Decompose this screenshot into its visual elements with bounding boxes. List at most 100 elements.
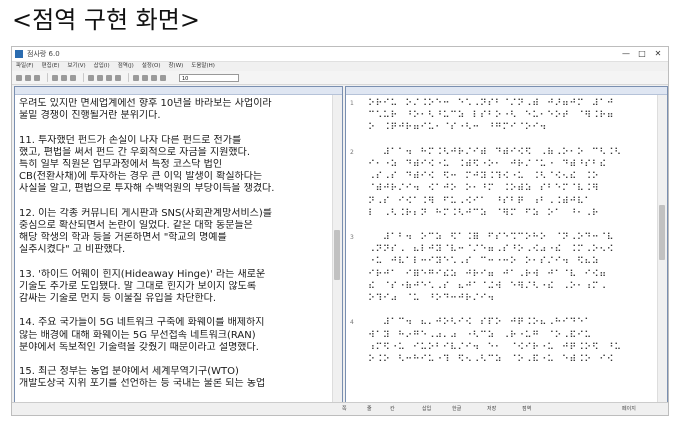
menu-settings[interactable]: 설정(O): [142, 61, 161, 71]
braille-output-pane[interactable]: 1 2 3 4 ⠕⠗⠊⠥⠀⠕⠌⠨⠕⠑⠒⠀⠑⠡⠠⠝⠎⠃⠈⠌⠝⠠⠾⠀⠚⠜⠶⠚⠍⠀⠼⠁⠚ ⠉⠡…: [345, 86, 668, 404]
paragraph-mark: 4: [350, 319, 354, 327]
braille-scroll-thumb[interactable]: [659, 205, 665, 260]
status-translate: 점역: [522, 406, 532, 412]
text-line: 기술도 추가로 도입됐다. 말 그대로 힌지가 보이지 않도록: [19, 280, 257, 292]
find-icon[interactable]: [106, 74, 112, 81]
menu-edit[interactable]: 편집(E): [42, 61, 60, 71]
source-pane-header: [15, 87, 342, 95]
paragraph-mark: [350, 159, 364, 171]
text-line: 14. 주요 국가들이 5G 네트워크 구축에 화웨이를 배제하지: [19, 317, 265, 329]
paragraph-mark: 1: [350, 100, 354, 107]
paragraph-mark: [350, 171, 364, 183]
text-line: ⠝⠠⠎⠀⠊⠪⠁⠨⠻⠀⠋⠥⠠⠪⠊⠁⠀⠘⠎⠃⠟⠀⠰⠃⠠⠨⠾⠚⠧⠁: [368, 195, 592, 207]
status-saved: 저장: [487, 406, 497, 412]
app-icon: [15, 50, 23, 58]
text-line: ⠉⠡⠥⠗⠀⠘⠕⠂⠣⠘⠥⠉⠵⠀⠇⠎⠃⠕⠐⠣⠀⠑⠥⠂⠑⠕⠞⠀⠈⠻⠨⠗⠶: [368, 110, 615, 122]
text-line: [19, 256, 332, 268]
braille-print-icon[interactable]: [142, 74, 148, 81]
paragraph-mark: [350, 330, 364, 342]
window-controls: — □ ✕: [618, 47, 666, 61]
text-line: ⠠⠎⠠⠎⠀⠙⠾⠊⠪⠀⠫⠒⠀⠍⠚⠽⠨⠹⠪⠐⠥⠀⠨⠣⠈⠪⠢⠮⠀⠨⠕: [368, 171, 600, 183]
redo-icon[interactable]: [97, 74, 103, 81]
paragraph-mark: 3: [350, 234, 354, 242]
paragraph-mark: [350, 110, 364, 122]
minimize-icon[interactable]: —: [618, 47, 634, 61]
text-line: 실추시켰다" 고 비판했다.: [19, 244, 126, 256]
text-line: [19, 354, 332, 366]
paragraph-mark: [350, 244, 364, 256]
status-column: 칸: [390, 406, 395, 412]
close-icon[interactable]: ✕: [650, 47, 666, 61]
text-line: ⠰⠍⠫⠐⠥⠀⠊⠥⠕⠃⠊⠧⠌⠊⠲⠀⠑⠂⠀⠈⠪⠊⠗⠐⠥⠀⠚⠟⠨⠕⠫⠀⠘⠥: [368, 341, 622, 353]
braille-text-area[interactable]: ⠕⠗⠊⠥⠀⠕⠌⠨⠕⠑⠒⠀⠑⠡⠠⠝⠎⠃⠈⠌⠝⠠⠾⠀⠚⠜⠶⠚⠍⠀⠼⠁⠚ ⠉⠡⠥⠗⠀⠘⠕…: [368, 98, 657, 403]
status-input-language: 한글: [452, 406, 462, 412]
menu-file[interactable]: 파일(F): [16, 61, 34, 71]
print-icon[interactable]: [133, 74, 139, 81]
save-icon[interactable]: [34, 74, 40, 81]
font-size-select[interactable]: 10: [179, 73, 239, 82]
braille-vertical-scrollbar[interactable]: [657, 95, 667, 403]
source-text-pane[interactable]: 우려도 있지만 면세업계에선 향후 10년을 바라보는 사업이라 물밑 경쟁이 진…: [14, 86, 343, 404]
cut-icon[interactable]: [52, 74, 58, 81]
menu-insert[interactable]: 삽입(I): [94, 61, 110, 71]
text-line: ⠇⠀⠠⠣⠨⠗⠆⠝⠀⠓⠍⠨⠣⠚⠉⠵⠀⠈⠻⠍⠀⠋⠵⠀⠕⠁⠀⠘⠂⠠⠗: [368, 207, 600, 219]
text-line: ⠊⠗⠚⠁⠀⠊⠿⠑⠛⠊⠮⠵⠀⠚⠗⠊⠶⠀⠚⠁⠠⠗⠺⠀⠚⠁⠈⠧⠀⠊⠪⠶: [368, 268, 607, 280]
braille-page-marks: 1 2 3 4: [350, 98, 364, 366]
text-line: 했고, 편법을 써서 펀드 간 우회적으로 자금을 지원했다.: [19, 146, 251, 158]
text-line: ⠮⠀⠈⠎⠐⠷⠚⠑⠡⠠⠎⠀⠦⠚⠁⠈⠬⠺⠀⠑⠻⠌⠣⠐⠮⠀⠠⠕⠂⠰⠍⠠: [368, 280, 607, 292]
paragraph-mark: [350, 183, 364, 195]
paste-icon[interactable]: [70, 74, 76, 81]
menu-view[interactable]: 보기(V): [67, 61, 85, 71]
paragraph-mark: 2: [350, 148, 354, 156]
paragraph-mark: [350, 196, 364, 208]
text-line: 않는 배경에 대해 화웨이는 5G 무선접속 네트워크(RAN): [19, 329, 256, 341]
text-line: ⠐⠥⠀⠚⠧⠁⠇⠒⠊⠽⠑⠡⠠⠎⠀⠉⠒⠐⠒⠕⠀⠕⠂⠎⠌⠊⠲⠀⠫⠦⠵: [368, 256, 600, 268]
source-scroll-thumb[interactable]: [334, 230, 340, 280]
toolbar-separator: [47, 73, 48, 82]
text-line: 15. 최근 정부는 농업 분야에서 세계무역기구(WTO): [19, 366, 239, 378]
text-line: ⠕⠗⠊⠥⠀⠕⠌⠨⠕⠑⠒⠀⠑⠡⠠⠝⠎⠃⠈⠌⠝⠠⠾⠀⠚⠜⠶⠚⠍⠀⠼⠁⠚: [368, 98, 615, 109]
open-file-icon[interactable]: [25, 74, 31, 81]
menu-translate[interactable]: 점역(J): [118, 61, 134, 71]
paragraph-mark: [350, 354, 364, 366]
translate-icon[interactable]: [115, 74, 121, 81]
text-line: ⠕⠀⠨⠟⠚⠗⠶⠊⠥⠂⠈⠎⠐⠣⠒⠀⠘⠛⠍⠊⠈⠕⠊⠲: [368, 122, 547, 134]
status-bar: 쪽 줄 칸 삽입 한글 저장 점역 페이지: [12, 402, 668, 415]
status-page: 쪽: [342, 406, 347, 412]
menu-help[interactable]: 도움말(H): [191, 61, 215, 71]
paragraph-mark: [350, 256, 364, 268]
text-line: 11. 투자했던 펀드가 손실이 나자 다른 펀드로 전가를: [19, 134, 242, 146]
menu-bar: 파일(F) 편집(E) 보기(V) 삽입(I) 점역(J) 설정(O) 창(W)…: [12, 61, 668, 71]
text-line: ⠕⠹⠊⠴⠀⠈⠥⠀⠘⠕⠙⠒⠚⠗⠌⠊⠲: [368, 293, 495, 304]
paragraph-mark: [350, 135, 364, 147]
undo-icon[interactable]: [88, 74, 94, 81]
title-bar: 점사랑 6.0 — □ ✕: [12, 47, 668, 62]
text-line: ⠕⠨⠕⠀⠣⠒⠓⠊⠥⠐⠹⠀⠫⠢⠠⠣⠉⠵⠀⠈⠕⠠⠯⠐⠥⠀⠑⠾⠨⠕⠀⠊⠪: [368, 353, 615, 365]
menu-window[interactable]: 창(W): [169, 61, 184, 71]
braille-pane-header: [346, 87, 667, 95]
status-line: 줄: [367, 406, 372, 412]
text-line: 개발도상국 지위 포기를 선언하는 등 국내는 물론 되는 농업: [19, 378, 266, 390]
paragraph-mark: [350, 220, 364, 232]
text-line: 해당 학생의 학과 등을 거론하면서 "학교의 명예를: [19, 232, 227, 244]
status-page-info: 페이지: [622, 406, 636, 412]
text-line: ⠀⠀⠼⠁⠉⠲⠀⠦⠄⠚⠕⠣⠊⠪⠀⠎⠏⠕⠀⠚⠟⠨⠕⠦⠠⠓⠊⠙⠑⠁: [368, 317, 592, 329]
text-line: [19, 196, 332, 208]
text-line: 우려도 있지만 면세업계에선 향후 10년을 바라보는 사업이라: [19, 98, 272, 109]
paragraph-mark: [350, 293, 364, 305]
text-line: 13. '하이드 어웨이 힌지(Hideaway Hinge)' 라는 새로운: [19, 268, 266, 280]
toolbar-separator: [128, 73, 129, 82]
text-line: 감싸는 기술로 먼지 등 이물질 유입을 차단한다.: [19, 293, 217, 304]
text-line: CB(전환사채)에 투자하는 경우 큰 이익 발생이 확실하다는: [19, 171, 263, 183]
new-file-icon[interactable]: [16, 74, 22, 81]
text-line: ⠺⠁⠽⠀⠓⠔⠛⠑⠠⠴⠄⠴⠀⠐⠣⠉⠵⠀⠠⠗⠐⠥⠛⠀⠈⠕⠠⠯⠊⠥: [368, 329, 592, 341]
settings-icon[interactable]: [151, 74, 157, 81]
toolbar-separator: [83, 73, 84, 82]
source-vertical-scrollbar[interactable]: [332, 95, 342, 403]
source-text-area[interactable]: 우려도 있지만 면세업계에선 향후 10년을 바라보는 사업이라 물밑 경쟁이 진…: [19, 98, 332, 403]
help-icon[interactable]: [160, 74, 166, 81]
text-line: ⠈⠾⠚⠗⠌⠊⠲⠀⠪⠁⠚⠕⠀⠕⠂⠘⠍⠀⠨⠕⠾⠵⠀⠎⠃⠑⠍⠈⠧⠨⠻: [368, 183, 600, 195]
paragraph-mark: [350, 122, 364, 134]
copy-icon[interactable]: [61, 74, 67, 81]
maximize-icon[interactable]: □: [634, 47, 650, 61]
